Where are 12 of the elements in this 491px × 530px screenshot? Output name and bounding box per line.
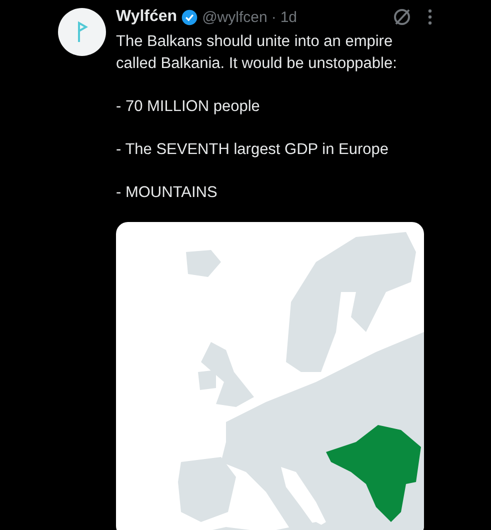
post-time[interactable]: 1d: [280, 8, 297, 26]
author-name[interactable]: Wylfćen: [116, 8, 178, 26]
flag-icon: [76, 21, 88, 43]
slashed-circle-icon[interactable]: [392, 7, 412, 27]
post-text: The Balkans should unite into an empire called Balkania. It would be unstoppable:: [116, 32, 398, 74]
more-icon[interactable]: [428, 9, 432, 25]
author-handle[interactable]: @wylfcen: [202, 8, 268, 26]
post-text: - The SEVENTH largest GDP in Europe: [116, 140, 390, 160]
separator: ·: [271, 8, 276, 26]
avatar[interactable]: [58, 8, 106, 56]
post-text: - 70 MILLION people: [116, 97, 261, 117]
post-text: - MOUNTAINS: [116, 183, 218, 203]
